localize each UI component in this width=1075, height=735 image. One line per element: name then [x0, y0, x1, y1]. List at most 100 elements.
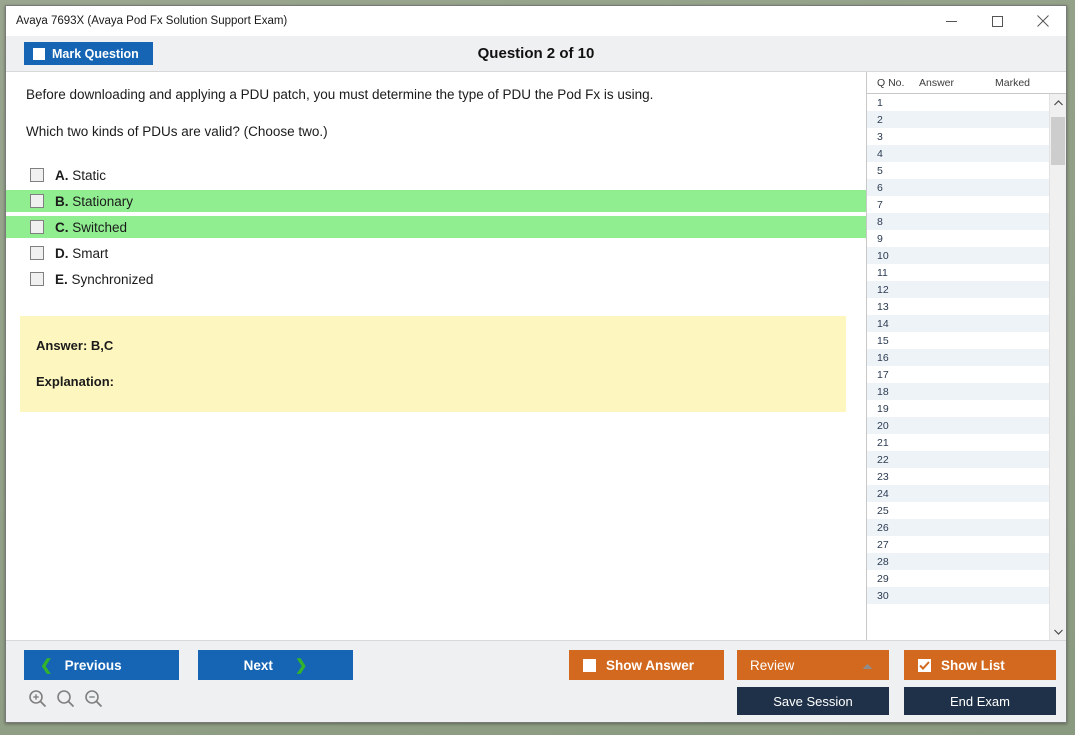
row-question-number: 10 — [877, 249, 889, 262]
question-list-row[interactable]: 12 — [867, 281, 1049, 298]
scrollbar-track[interactable] — [1050, 111, 1066, 623]
row-question-number: 23 — [877, 470, 889, 483]
option-d[interactable]: D. Smart — [6, 242, 866, 264]
question-list-scrollbar[interactable] — [1049, 94, 1066, 640]
option-a-checkbox[interactable] — [30, 168, 44, 182]
show-list-button[interactable]: Show List — [904, 650, 1056, 680]
question-list-row[interactable]: 9 — [867, 230, 1049, 247]
row-question-number: 1 — [877, 96, 883, 109]
scrollbar-thumb[interactable] — [1051, 117, 1065, 165]
row-question-number: 4 — [877, 147, 883, 160]
question-list-panel: Q No. Answer Marked 1 2 3 4 5 6 7 8 9 10 11 12 13 14 1… — [866, 72, 1066, 640]
row-question-number: 2 — [877, 113, 883, 126]
exam-header-bar: Mark Question Question 2 of 10 — [6, 36, 1066, 72]
show-answer-button[interactable]: Show Answer — [569, 650, 724, 680]
question-list-row[interactable]: 7 — [867, 196, 1049, 213]
answer-line: Answer: B,C — [36, 338, 114, 353]
row-question-number: 22 — [877, 453, 889, 466]
previous-button[interactable]: ❮ Previous — [24, 650, 179, 680]
question-list-row[interactable]: 28 — [867, 553, 1049, 570]
next-button[interactable]: Next ❯ — [198, 650, 353, 680]
question-list-row[interactable]: 22 — [867, 451, 1049, 468]
option-d-checkbox[interactable] — [30, 246, 44, 260]
question-list-row[interactable]: 3 — [867, 128, 1049, 145]
row-question-number: 21 — [877, 436, 889, 449]
zoom-reset-icon[interactable] — [56, 689, 75, 713]
question-list-row[interactable]: 24 — [867, 485, 1049, 502]
row-question-number: 17 — [877, 368, 889, 381]
option-b[interactable]: B. Stationary — [6, 190, 866, 212]
row-question-number: 27 — [877, 538, 889, 551]
question-list-row[interactable]: 14 — [867, 315, 1049, 332]
question-list-row[interactable]: 27 — [867, 536, 1049, 553]
question-list-row[interactable]: 6 — [867, 179, 1049, 196]
scroll-up-arrow-icon[interactable] — [1050, 94, 1066, 111]
question-list-row[interactable]: 5 — [867, 162, 1049, 179]
question-list-row[interactable]: 26 — [867, 519, 1049, 536]
question-stem: Before downloading and applying a PDU pa… — [26, 87, 654, 102]
review-dropdown[interactable]: Review — [737, 650, 889, 680]
option-a[interactable]: A. Static — [6, 164, 866, 186]
row-question-number: 16 — [877, 351, 889, 364]
row-question-number: 20 — [877, 419, 889, 432]
answer-options-list: A. Static B. Stationary C. Switched D. S… — [6, 164, 866, 290]
option-e-label: E. Synchronized — [55, 271, 154, 287]
show-list-checkbox[interactable] — [918, 658, 931, 672]
option-c[interactable]: C. Switched — [6, 216, 866, 238]
row-question-number: 8 — [877, 215, 883, 228]
question-list-row[interactable]: 30 — [867, 587, 1049, 604]
save-session-button[interactable]: Save Session — [737, 687, 889, 715]
row-question-number: 24 — [877, 487, 889, 500]
row-question-number: 25 — [877, 504, 889, 517]
zoom-in-icon[interactable] — [28, 689, 47, 713]
answer-explanation-panel: Answer: B,C Explanation: — [20, 316, 846, 412]
question-list-row[interactable]: 2 — [867, 111, 1049, 128]
question-list-row[interactable]: 4 — [867, 145, 1049, 162]
save-session-label: Save Session — [773, 693, 853, 709]
question-list-row[interactable]: 21 — [867, 434, 1049, 451]
question-list-row[interactable]: 17 — [867, 366, 1049, 383]
option-b-label: B. Stationary — [55, 193, 134, 209]
mark-question-checkbox[interactable] — [33, 47, 45, 60]
question-list-row[interactable]: 11 — [867, 264, 1049, 281]
exam-window: Avaya 7693X (Avaya Pod Fx Solution Suppo… — [5, 5, 1067, 723]
question-list-row[interactable]: 25 — [867, 502, 1049, 519]
scroll-down-arrow-icon[interactable] — [1050, 623, 1066, 640]
option-e-checkbox[interactable] — [30, 272, 44, 286]
zoom-out-icon[interactable] — [84, 689, 103, 713]
question-counter: Question 2 of 10 — [477, 45, 595, 62]
mark-question-button[interactable]: Mark Question — [24, 42, 153, 65]
show-answer-label: Show Answer — [606, 657, 695, 673]
question-list-row[interactable]: 23 — [867, 468, 1049, 485]
explanation-line: Explanation: — [36, 374, 115, 389]
option-b-checkbox[interactable] — [30, 194, 44, 208]
question-list-row[interactable]: 1 — [867, 94, 1049, 111]
question-list-row[interactable]: 15 — [867, 332, 1049, 349]
row-question-number: 7 — [877, 198, 883, 211]
minimize-button[interactable] — [928, 6, 974, 36]
row-question-number: 29 — [877, 572, 889, 585]
close-button[interactable] — [1020, 6, 1066, 36]
next-label: Next — [243, 657, 273, 673]
question-list-row[interactable]: 20 — [867, 417, 1049, 434]
question-list-row[interactable]: 19 — [867, 400, 1049, 417]
row-question-number: 5 — [877, 164, 883, 177]
maximize-button[interactable] — [974, 6, 1020, 36]
show-answer-checkbox[interactable] — [583, 658, 596, 672]
end-exam-button[interactable]: End Exam — [904, 687, 1056, 715]
question-list-row[interactable]: 16 — [867, 349, 1049, 366]
row-question-number: 28 — [877, 555, 889, 568]
option-c-checkbox[interactable] — [30, 220, 44, 234]
option-e[interactable]: E. Synchronized — [6, 268, 866, 290]
row-question-number: 18 — [877, 385, 889, 398]
question-list-row[interactable]: 18 — [867, 383, 1049, 400]
question-list-row[interactable]: 8 — [867, 213, 1049, 230]
mark-question-label: Mark Question — [52, 46, 139, 61]
desktop-background: Avaya 7693X (Avaya Pod Fx Solution Suppo… — [0, 0, 1075, 735]
row-question-number: 6 — [877, 181, 883, 194]
question-list-row[interactable]: 10 — [867, 247, 1049, 264]
question-list-row[interactable]: 29 — [867, 570, 1049, 587]
zoom-toolbar — [28, 689, 103, 713]
question-list-row[interactable]: 13 — [867, 298, 1049, 315]
question-list-body: 1 2 3 4 5 6 7 8 9 10 11 12 13 14 15 16 17 18 19 20 21 22 23 24 2… — [867, 94, 1066, 640]
